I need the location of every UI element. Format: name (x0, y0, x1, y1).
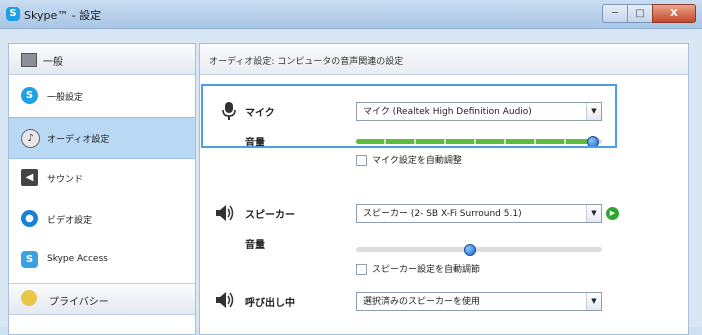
audio-icon: ♪ (21, 129, 40, 148)
settings-sidebar: 一般 S 一般設定 ♪ オーディオ設定 ◀ サウンド ● ビデオ設定 S Sky… (8, 43, 196, 335)
skype-icon: S (6, 7, 20, 21)
sound-icon: ◀ (21, 169, 38, 186)
sidebar-header-label: 一般 (43, 57, 63, 68)
speaker-auto-adjust-row[interactable]: スピーカー設定を自動調節 (356, 262, 480, 275)
sidebar-item-sound[interactable]: ◀ サウンド (9, 158, 195, 198)
speaker-auto-adjust-label: スピーカー設定を自動調節 (372, 265, 481, 275)
panel-title: オーディオ設定: コンピュータの音声関連の設定 (209, 57, 404, 67)
mic-auto-adjust-checkbox[interactable] (356, 155, 367, 166)
sidebar-item-audio-settings[interactable]: ♪ オーディオ設定 (9, 117, 195, 159)
ringing-device-select[interactable]: 選択済みのスピーカーを使用 ▼ (356, 292, 602, 311)
window-title: Skype™ - 設定 (24, 9, 102, 22)
play-test-sound-button[interactable]: ▶ (606, 207, 619, 220)
mic-auto-adjust-label: マイク設定を自動調整 (372, 156, 462, 166)
general-icon (21, 53, 37, 67)
ringing-label: 呼び出し中 (245, 298, 295, 309)
speaker-device-value: スピーカー (2- SB X-Fi Surround 5.1) (363, 209, 522, 219)
video-icon: ● (21, 210, 38, 227)
mic-auto-adjust-row[interactable]: マイク設定を自動調整 (356, 153, 462, 166)
slider-thumb[interactable] (464, 244, 477, 256)
sidebar-item-label: オーディオ設定 (47, 135, 110, 145)
sidebar-item-label: 一般設定 (47, 93, 84, 103)
chevron-down-icon: ▼ (586, 293, 601, 310)
close-button[interactable]: X (652, 4, 696, 23)
ringing-speaker-icon (216, 292, 234, 308)
sidebar-item-label: Skype Access (47, 254, 108, 264)
sidebar-item-video-settings[interactable]: ● ビデオ設定 (9, 199, 195, 239)
window-controls: ─ □ X (602, 4, 696, 23)
sidebar-header-label: プライバシー (49, 297, 109, 308)
skype-icon: S (21, 87, 38, 104)
ringing-device-value: 選択済みのスピーカーを使用 (363, 297, 481, 307)
sidebar-item-label: ビデオ設定 (47, 216, 93, 226)
speaker-icon (216, 205, 234, 221)
window-content: 一般 S 一般設定 ♪ オーディオ設定 ◀ サウンド ● ビデオ設定 S Sky… (0, 29, 702, 335)
skype-access-icon: S (21, 251, 38, 268)
speaker-auto-adjust-checkbox[interactable] (356, 264, 367, 275)
window-titlebar: S Skype™ - 設定 ─ □ X (0, 0, 702, 29)
speaker-label: スピーカー (245, 210, 295, 221)
mic-highlight-frame (201, 84, 617, 148)
speaker-volume-label: 音量 (245, 240, 265, 251)
maximize-button[interactable]: □ (627, 4, 652, 23)
sidebar-header-general[interactable]: 一般 (9, 44, 195, 75)
sidebar-item-label: サウンド (47, 175, 84, 185)
sidebar-item-skype-access[interactable]: S Skype Access (9, 240, 195, 280)
panel-header: オーディオ設定: コンピュータの音声関連の設定 (200, 44, 688, 75)
sidebar-header-privacy[interactable]: プライバシー (9, 283, 195, 315)
speaker-device-select[interactable]: スピーカー (2- SB X-Fi Surround 5.1) ▼ (356, 204, 602, 223)
chevron-down-icon: ▼ (586, 205, 601, 222)
minimize-button[interactable]: ─ (602, 4, 627, 23)
sidebar-item-general-settings[interactable]: S 一般設定 (9, 76, 195, 116)
privacy-icon (21, 290, 37, 306)
speaker-volume-slider[interactable] (356, 244, 602, 256)
